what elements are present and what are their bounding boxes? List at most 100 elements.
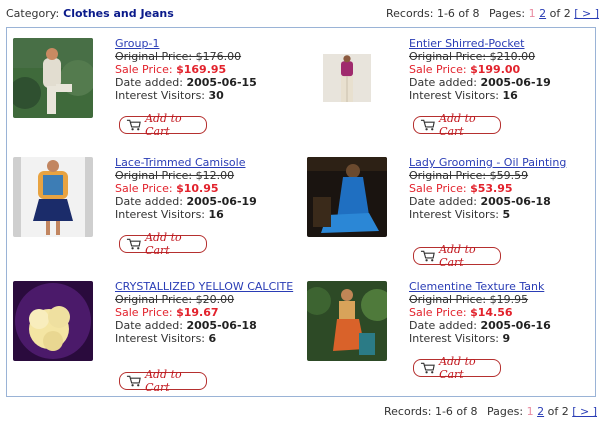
date-added-label: Date added:: [115, 195, 187, 208]
product-info: Entier Shirred-Pocket Original Price: $2…: [409, 37, 589, 102]
page-2-link[interactable]: 2: [537, 405, 544, 418]
product-image[interactable]: [323, 38, 371, 118]
pages-total: of 2: [547, 405, 569, 418]
product-card: Lace-Trimmed Camisole Original Price: $1…: [13, 156, 303, 277]
date-added-value: 2005-06-19: [186, 195, 257, 208]
interest-visitors-label: Interest Visitors:: [409, 89, 503, 102]
cart-icon: [420, 250, 435, 262]
add-to-cart-label: Add to Cart: [439, 243, 476, 269]
pages-total: of 2: [549, 7, 571, 20]
interest-visitors-value: 30: [208, 89, 224, 102]
date-added-label: Date added:: [115, 76, 187, 89]
date-added: Date added: 2005-06-18: [115, 319, 295, 332]
next-page-link[interactable]: [ > ]: [574, 7, 599, 20]
interest-visitors-label: Interest Visitors:: [115, 208, 209, 221]
original-price: Original Price: $19.95: [409, 293, 529, 306]
add-to-cart-label: Add to Cart: [145, 112, 182, 138]
top-bar: Category: Clothes and Jeans Records: 1-6 …: [6, 6, 599, 22]
add-to-cart-label: Add to Cart: [439, 112, 476, 138]
category-label: Category: Clothes and Jeans: [6, 7, 174, 20]
add-to-cart-label: Add to Cart: [439, 355, 476, 381]
product-info: Lady Grooming - Oil Painting Original Pr…: [409, 156, 589, 221]
date-added-value: 2005-06-16: [480, 319, 551, 332]
date-added-label: Date added:: [409, 195, 481, 208]
sale-price-label: Sale Price:: [409, 306, 471, 319]
date-added: Date added: 2005-06-19: [409, 76, 589, 89]
pager-bottom: Records: 1-6 of 8 Pages: 1 2 of 2 [ > ]: [384, 405, 597, 418]
interest-visitors: Interest Visitors: 30: [115, 89, 295, 102]
product-image[interactable]: [307, 157, 387, 237]
product-image[interactable]: [13, 281, 93, 361]
date-added-value: 2005-06-18: [480, 195, 551, 208]
date-added-value: 2005-06-19: [480, 76, 551, 89]
add-to-cart-button[interactable]: Add to Cart: [119, 112, 207, 138]
interest-visitors-label: Interest Visitors:: [115, 332, 209, 345]
category-value: Clothes and Jeans: [63, 7, 174, 20]
product-name-link[interactable]: CRYSTALLIZED YELLOW CALCITE: [115, 280, 295, 293]
sale-price-value: $53.95: [470, 182, 513, 195]
interest-visitors: Interest Visitors: 9: [409, 332, 589, 345]
add-to-cart-label: Add to Cart: [145, 231, 182, 257]
add-to-cart-button[interactable]: Add to Cart: [413, 243, 501, 269]
original-price: Original Price: $59.59: [409, 169, 529, 182]
product-name-link[interactable]: Lady Grooming - Oil Painting: [409, 156, 589, 169]
date-added-label: Date added:: [115, 319, 187, 332]
pages-label: Pages:: [489, 7, 526, 20]
product-image[interactable]: [307, 281, 387, 361]
cart-icon: [420, 362, 435, 374]
product-info: Lace-Trimmed Camisole Original Price: $1…: [115, 156, 295, 221]
records-count: Records: 1-6 of 8: [386, 7, 480, 20]
product-info: Group-1 Original Price: $176.00 Sale Pri…: [115, 37, 295, 102]
date-added: Date added: 2005-06-16: [409, 319, 589, 332]
product-name-link[interactable]: Clementine Texture Tank: [409, 280, 589, 293]
date-added-label: Date added:: [409, 319, 481, 332]
interest-visitors: Interest Visitors: 6: [115, 332, 295, 345]
sale-price-value: $10.95: [176, 182, 219, 195]
cart-icon: [420, 119, 435, 131]
product-card: Clementine Texture Tank Original Price: …: [307, 280, 597, 401]
product-grid: Group-1 Original Price: $176.00 Sale Pri…: [6, 27, 596, 397]
original-price: Original Price: $20.00: [115, 293, 235, 306]
product-image[interactable]: [13, 157, 93, 237]
interest-visitors-label: Interest Visitors:: [115, 89, 209, 102]
sale-price: Sale Price: $169.95: [115, 63, 295, 76]
cart-icon: [126, 119, 141, 131]
original-price: Original Price: $176.00: [115, 50, 242, 63]
sale-price: Sale Price: $14.56: [409, 306, 589, 319]
product-name-link[interactable]: Lace-Trimmed Camisole: [115, 156, 295, 169]
page-1-current: 1: [526, 405, 534, 418]
product-card: Entier Shirred-Pocket Original Price: $2…: [307, 37, 597, 158]
interest-visitors-label: Interest Visitors:: [409, 208, 503, 221]
cart-icon: [126, 375, 141, 387]
date-added-label: Date added:: [409, 76, 481, 89]
add-to-cart-button[interactable]: Add to Cart: [413, 355, 501, 381]
date-added-value: 2005-06-15: [186, 76, 257, 89]
date-added-value: 2005-06-18: [186, 319, 257, 332]
interest-visitors-value: 5: [502, 208, 511, 221]
interest-visitors: Interest Visitors: 5: [409, 208, 589, 221]
next-page-link[interactable]: [ > ]: [572, 405, 597, 418]
original-price: Original Price: $12.00: [115, 169, 235, 182]
pager-top: Records: 1-6 of 8 Pages: 1 2 of 2 [ > ]: [386, 7, 599, 20]
sale-price: Sale Price: $53.95: [409, 182, 589, 195]
page-2-link[interactable]: 2: [539, 7, 546, 20]
records-count: Records: 1-6 of 8: [384, 405, 478, 418]
interest-visitors-value: 16: [502, 89, 518, 102]
add-to-cart-button[interactable]: Add to Cart: [119, 231, 207, 257]
pages-label: Pages:: [487, 405, 524, 418]
interest-visitors-value: 9: [502, 332, 511, 345]
sale-price-value: $19.67: [176, 306, 219, 319]
date-added: Date added: 2005-06-19: [115, 195, 295, 208]
sale-price-label: Sale Price:: [115, 306, 177, 319]
product-image[interactable]: [13, 38, 93, 118]
sale-price: Sale Price: $10.95: [115, 182, 295, 195]
product-card: Group-1 Original Price: $176.00 Sale Pri…: [13, 37, 303, 158]
product-name-link[interactable]: Group-1: [115, 37, 295, 50]
add-to-cart-button[interactable]: Add to Cart: [413, 112, 501, 138]
interest-visitors-label: Interest Visitors:: [409, 332, 503, 345]
product-name-link[interactable]: Entier Shirred-Pocket: [409, 37, 589, 50]
product-card: Lady Grooming - Oil Painting Original Pr…: [307, 156, 597, 277]
interest-visitors: Interest Visitors: 16: [409, 89, 589, 102]
add-to-cart-button[interactable]: Add to Cart: [119, 368, 207, 394]
product-info: Clementine Texture Tank Original Price: …: [409, 280, 589, 345]
